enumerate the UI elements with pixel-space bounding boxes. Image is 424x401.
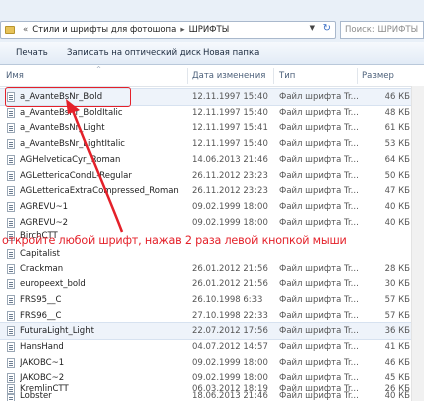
instruction-text: откройте любой шрифт, нажав 2 раза левой…: [2, 234, 347, 247]
annotation-arrow: [66, 99, 124, 233]
